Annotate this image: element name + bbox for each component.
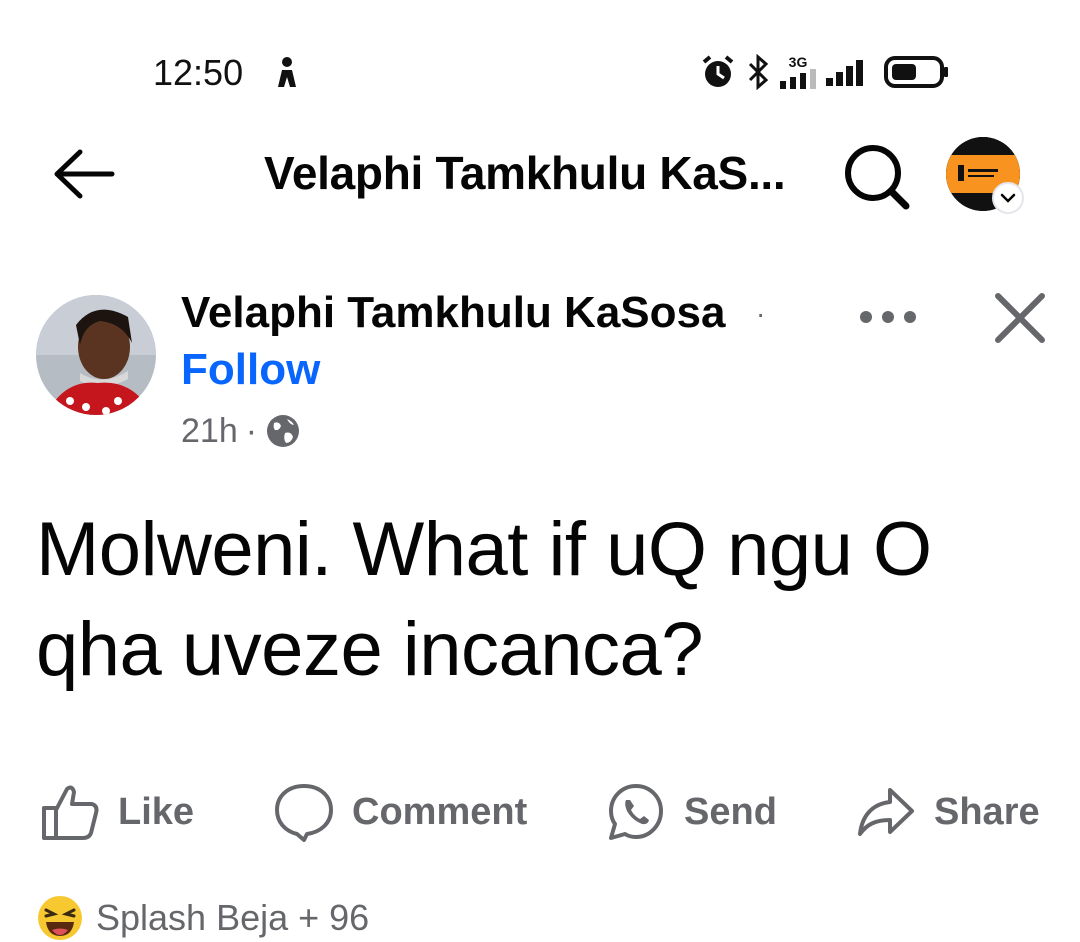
status-time: 12:50: [153, 52, 244, 93]
meta-separator: ·: [245, 411, 258, 450]
network-type-label: 3G: [788, 54, 808, 70]
send-label: Send: [684, 790, 777, 833]
battery-icon: [884, 56, 948, 88]
post-time: 21h: [181, 411, 238, 450]
comment-button[interactable]: Comment: [274, 780, 527, 844]
comment-label: Comment: [352, 790, 528, 833]
share-button[interactable]: Share: [856, 780, 1040, 844]
search-icon[interactable]: [840, 140, 912, 212]
send-button[interactable]: Send: [606, 780, 777, 844]
chevron-down-icon: [1000, 193, 1016, 203]
post-text: Molweni. What if uQ ngu O qha uveze inca…: [36, 507, 932, 692]
follow-button[interactable]: Follow: [181, 345, 320, 395]
bluetooth-icon: [748, 54, 769, 90]
page-title: Velaphi Tamkhulu KaS...: [264, 147, 786, 199]
more-options-icon[interactable]: [856, 302, 920, 332]
person-icon: [278, 57, 296, 87]
reactions-summary[interactable]: Splash Beja + 96: [36, 895, 369, 941]
share-label: Share: [934, 790, 1040, 833]
alarm-icon: [702, 55, 734, 87]
like-button[interactable]: Like: [40, 780, 194, 844]
share-icon: [858, 788, 914, 836]
comment-icon: [275, 784, 333, 842]
post-meta: 21h ·: [181, 410, 301, 452]
thumbs-up-icon: [42, 785, 99, 840]
close-icon[interactable]: [992, 290, 1048, 346]
like-label: Like: [118, 790, 195, 833]
whatsapp-icon: [609, 784, 663, 840]
author-avatar[interactable]: [36, 295, 156, 415]
account-switch-badge[interactable]: [992, 182, 1024, 214]
network-3g-icon: 3G: [780, 55, 816, 89]
signal-icon: [826, 60, 863, 86]
name-separator: ·: [756, 298, 766, 329]
globe-icon: [267, 415, 300, 447]
arrow-left-icon[interactable]: [52, 146, 116, 202]
author-name[interactable]: Velaphi Tamkhulu KaSosa: [181, 288, 725, 338]
laughing-emoji-icon: [38, 896, 82, 940]
author-photo: [36, 295, 156, 415]
network-bars: [780, 69, 816, 89]
reactions-text: Splash Beja + 96: [96, 897, 370, 938]
status-icons: 3G: [700, 52, 950, 92]
